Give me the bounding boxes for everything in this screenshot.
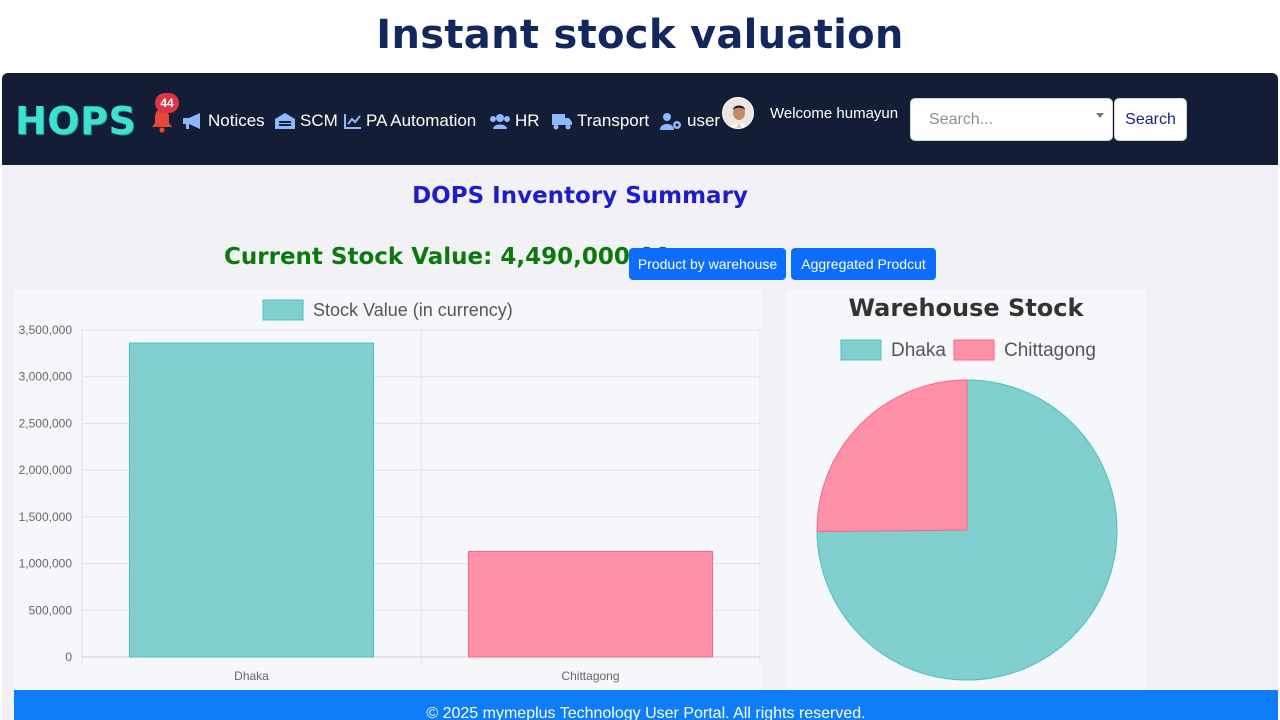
nav-user-label: user [687,111,721,130]
avatar[interactable] [722,97,754,129]
warehouse-stock-pie-chart: Warehouse Stock Dhaka Chittagong [816,294,1118,681]
x-tick-label: Dhaka [234,669,269,683]
search-input[interactable] [911,99,1081,140]
nav-scm-label: SCM [300,111,338,130]
y-tick-label: 1,500,000 [19,510,73,524]
brand-logo[interactable]: HOPS [15,99,136,143]
nav-transport-label: Transport [577,111,650,130]
truck-icon [552,114,572,130]
legend-label: Stock Value (in currency) [313,300,513,320]
x-tick-label: Chittagong [561,669,619,683]
y-tick-label: 1,000,000 [19,557,73,571]
search-button[interactable]: Search [1114,98,1187,141]
welcome-text: Welcome humayun [770,105,899,122]
bar-chittagong [467,550,714,658]
y-tick-label: 2,000,000 [19,463,73,477]
app-window: HOPS 44 Notices SCM PA Automation HR Tra… [2,73,1278,720]
bar-chart-panel: Stock Value (in currency) 0 500,000 1,000,0… [14,290,762,690]
footer: © 2025 mymeplus Technology User Portal. … [14,690,1278,720]
y-tick-label: 3,500,000 [19,323,73,337]
navbar: HOPS 44 Notices SCM PA Automation HR Tra… [2,73,1278,165]
y-tick-label: 2,500,000 [19,416,73,430]
nav-hr[interactable]: HR [489,109,540,133]
nav-hr-label: HR [515,111,540,130]
chart-line-icon [344,114,361,129]
nav-notices-label: Notices [208,111,265,130]
users-icon [490,114,510,129]
nav-user[interactable]: user [659,109,720,133]
nav-pa-automation-label: PA Automation [366,111,477,130]
legend-swatch [262,299,304,321]
notification-badge: 44 [155,93,179,113]
nav-notices[interactable]: Notices [182,109,265,133]
page-title: DOPS Inventory Summary [412,183,748,209]
y-tick-label: 3,000,000 [19,370,73,384]
nav-transport[interactable]: Transport [551,109,649,133]
pie-legend-label: Dhaka [891,340,946,361]
search-box[interactable] [910,98,1113,141]
pie-chart-panel: Warehouse Stock Dhaka Chittagong [786,290,1146,690]
warehouse-icon [275,113,295,129]
product-by-warehouse-button[interactable]: Product by warehouse [629,248,786,280]
pie-legend-swatch [953,339,995,361]
nav-scm[interactable]: SCM [274,109,338,133]
user-gear-icon [660,113,681,130]
slide-title: Instant stock valuation [376,12,904,58]
pie-legend-label: Chittagong [1004,340,1096,361]
avatar-photo [723,98,753,128]
bar-dhaka [128,342,375,658]
aggregated-product-button[interactable]: Aggregated Prodcut [791,248,936,280]
pie-slice-chittagong [816,379,968,533]
pie-legend-swatch [840,339,882,361]
nav-pa-automation[interactable]: PA Automation [344,109,476,133]
y-tick-label: 500,000 [29,603,73,617]
y-tick-label: 0 [65,650,72,664]
pie-title: Warehouse Stock [849,294,1085,322]
stock-value-bar-chart: Stock Value (in currency) 0 500,000 1,000,0… [19,299,761,683]
chevron-down-icon[interactable] [1096,113,1104,118]
bullhorn-icon [183,113,200,129]
current-stock-value: Current Stock Value: 4,490,000.00 [224,244,671,270]
